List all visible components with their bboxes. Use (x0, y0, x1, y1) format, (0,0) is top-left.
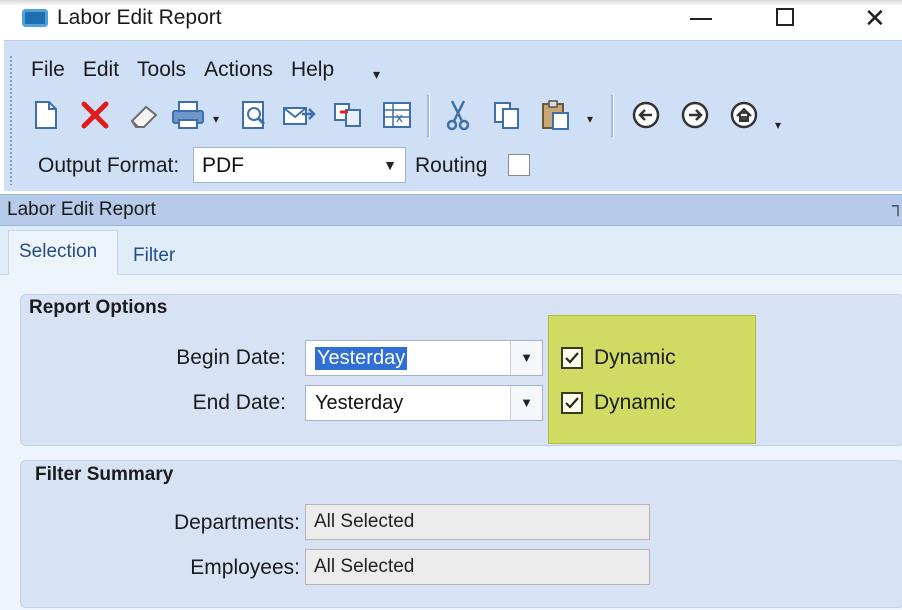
begin-date-combo[interactable]: Yesterday ▼ (305, 340, 543, 376)
toolbar-grip[interactable] (9, 55, 13, 185)
chevron-down-icon[interactable]: ▼ (510, 386, 542, 420)
begin-date-value: Yesterday (315, 347, 408, 370)
pin-icon[interactable]: ┐ (892, 196, 902, 216)
routing-label: Routing (415, 154, 488, 177)
end-date-value: Yesterday (315, 392, 404, 414)
routing-checkbox[interactable] (508, 154, 530, 176)
toolbar-separator (611, 95, 614, 137)
checkmark-icon (565, 352, 579, 364)
output-format-label: Output Format: (38, 154, 180, 177)
menu-edit[interactable]: Edit (74, 56, 128, 84)
copy-icon[interactable] (489, 97, 525, 133)
delete-icon[interactable] (77, 97, 113, 133)
user-label: You (444, 13, 466, 28)
cut-icon[interactable] (440, 97, 476, 133)
svg-text:X: X (396, 114, 403, 125)
toolbar-separator (427, 95, 430, 137)
maximize-icon (776, 8, 794, 26)
filter-summary-title: Filter Summary (35, 464, 174, 485)
output-format-value: PDF (202, 154, 244, 177)
chevron-down-icon[interactable]: ▼ (510, 341, 542, 375)
employees-value: All Selected (314, 556, 415, 577)
dynamic-end-checkbox[interactable] (561, 392, 583, 414)
excel-icon[interactable]: X (379, 97, 415, 133)
dynamic-highlight (548, 315, 756, 444)
minimize-icon (690, 18, 712, 20)
menu-help[interactable]: Help (282, 56, 343, 84)
paste-icon[interactable] (538, 97, 574, 133)
minimize-button[interactable] (690, 4, 730, 34)
menu-bar: File Edit Tools Actions Help (22, 56, 343, 84)
print-preview-icon[interactable] (236, 97, 272, 133)
dynamic-begin-label: Dynamic (594, 346, 676, 369)
app-icon (22, 9, 48, 27)
report-options-title: Report Options (29, 297, 168, 318)
employees-label: Employees: (190, 556, 300, 579)
employees-field: All Selected (305, 549, 650, 585)
window-title: Labor Edit Report (57, 6, 222, 29)
forward-icon[interactable] (677, 97, 713, 133)
home-icon[interactable] (726, 97, 762, 133)
print-dropdown-icon[interactable]: ▾ (213, 112, 219, 126)
departments-value: All Selected (314, 511, 415, 532)
checkmark-icon (565, 397, 579, 409)
dynamic-end-label: Dynamic (594, 391, 676, 414)
print-icon[interactable] (170, 97, 206, 133)
end-date-label: End Date: (192, 391, 286, 414)
tab-selection-label[interactable]: Selection (19, 241, 97, 263)
maximize-button[interactable] (776, 4, 816, 34)
close-button[interactable]: ✕ (864, 4, 902, 34)
departments-field: All Selected (305, 504, 650, 540)
output-format-select[interactable]: PDF ▼ (193, 147, 406, 183)
send-icon[interactable] (281, 97, 317, 133)
departments-label: Departments: (173, 511, 300, 534)
attach-icon[interactable] (330, 97, 366, 133)
back-icon[interactable] (628, 97, 664, 133)
chevron-down-icon: ▼ (383, 157, 397, 173)
menu-tools[interactable]: Tools (128, 56, 195, 84)
end-date-combo[interactable]: Yesterday ▼ (305, 385, 543, 421)
new-document-icon[interactable] (28, 97, 64, 133)
menu-actions[interactable]: Actions (195, 56, 282, 84)
toolbar-overflow-icon[interactable]: ▾ (775, 118, 781, 132)
clear-icon[interactable] (126, 97, 162, 133)
menu-overflow-icon[interactable]: ▾ (373, 66, 380, 83)
panel-title: Labor Edit Report (7, 199, 156, 220)
dynamic-begin-checkbox[interactable] (561, 347, 583, 369)
paste-dropdown-icon[interactable]: ▾ (587, 112, 593, 126)
menu-file[interactable]: File (22, 56, 74, 84)
begin-date-label: Begin Date: (176, 346, 286, 369)
tab-filter[interactable]: Filter (133, 245, 175, 267)
